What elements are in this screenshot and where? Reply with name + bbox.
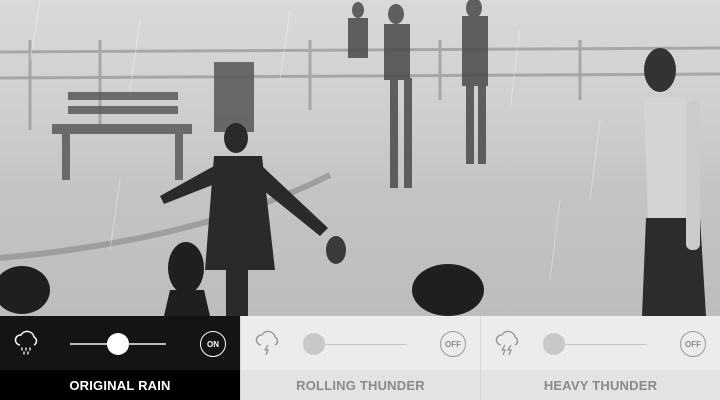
slider-knob[interactable] <box>107 333 129 355</box>
track-label[interactable]: HEAVY THUNDER <box>481 370 720 400</box>
track-panel-original-rain[interactable]: ON ORIGINAL RAIN <box>0 316 240 400</box>
toggle-button[interactable]: OFF <box>680 331 706 357</box>
track-label[interactable]: ROLLING THUNDER <box>241 370 480 400</box>
rain-cloud-icon <box>12 328 42 358</box>
track-controls: ON <box>0 316 240 370</box>
app-root: ON ORIGINAL RAIN OFF ROLLING THUNDER OFF… <box>0 0 720 400</box>
slider-knob[interactable] <box>543 333 565 355</box>
background-photo <box>0 0 720 316</box>
track-panel-heavy-thunder[interactable]: OFF HEAVY THUNDER <box>480 316 720 400</box>
thunder-cloud-icon <box>253 328 283 358</box>
slider-track <box>551 344 647 345</box>
heavy-thunder-cloud-icon <box>493 328 523 358</box>
slider-knob[interactable] <box>303 333 325 355</box>
toggle-button[interactable]: OFF <box>440 331 466 357</box>
volume-slider[interactable] <box>303 333 415 355</box>
track-controls: OFF <box>481 316 720 370</box>
volume-slider[interactable] <box>543 333 655 355</box>
volume-slider[interactable] <box>62 333 174 355</box>
track-label[interactable]: ORIGINAL RAIN <box>0 370 240 400</box>
rainy-park-scene <box>0 0 720 316</box>
track-controls: OFF <box>241 316 480 370</box>
track-panel-rolling-thunder[interactable]: OFF ROLLING THUNDER <box>240 316 480 400</box>
toggle-button[interactable]: ON <box>200 331 226 357</box>
slider-track <box>311 344 407 345</box>
sound-mixer: ON ORIGINAL RAIN OFF ROLLING THUNDER OFF… <box>0 316 720 400</box>
